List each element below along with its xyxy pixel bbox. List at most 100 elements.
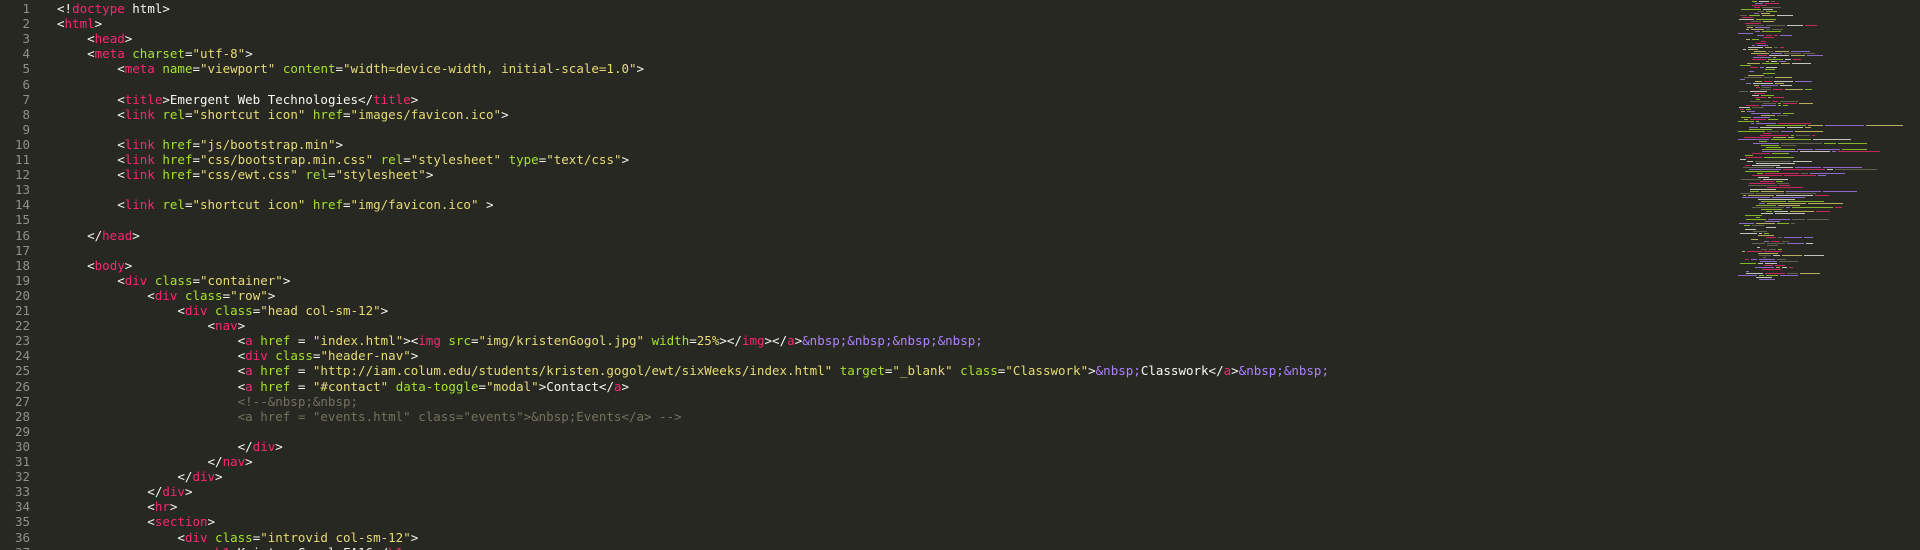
line-number: 20 [14, 287, 30, 303]
code-token: meta [124, 61, 155, 77]
minimap-stroke [1758, 253, 1778, 254]
minimap-stroke [1746, 273, 1763, 274]
minimap-stroke [1762, 63, 1779, 64]
line-number: 14 [14, 197, 30, 213]
line-number: 30 [14, 438, 30, 454]
minimap-stroke [1795, 131, 1823, 132]
code-area[interactable]: 1 <!doctype html> 2 <html> 3 <head> 4 <meta c… [0, 0, 1720, 550]
minimap-stroke [1740, 109, 1744, 110]
minimap-stroke [1767, 203, 1806, 204]
minimap-stroke [1763, 73, 1775, 74]
minimap-stroke [1752, 175, 1782, 176]
minimap-stroke [1745, 229, 1756, 230]
minimap-stroke [1786, 207, 1790, 208]
minimap-stroke [1755, 267, 1774, 268]
minimap-stroke [1756, 193, 1784, 194]
code-token: = [327, 167, 336, 183]
minimap-stroke [1744, 225, 1750, 226]
minimap-stroke [1761, 95, 1774, 96]
minimap-stroke [1762, 15, 1775, 16]
minimap-stroke [1759, 275, 1764, 276]
minimap-stroke [1768, 97, 1771, 98]
minimap-stroke [1750, 191, 1759, 192]
minimap-stroke [1772, 113, 1781, 114]
code-token: a [245, 378, 253, 394]
line-text: <link href="css/bootstrap.min.css" rel="… [57, 152, 629, 167]
line-text: <div class="header-nav"> [57, 348, 419, 364]
minimap-stroke [1824, 143, 1836, 144]
code-token: title [373, 91, 411, 107]
code-token: = [290, 333, 313, 349]
code-token: > [621, 378, 630, 394]
code-token: < [57, 545, 216, 550]
minimap-stroke [1761, 213, 1773, 214]
minimap-stroke [1756, 223, 1775, 224]
code-token: link [124, 167, 155, 183]
code-token: rel [305, 167, 328, 183]
minimap-stroke [1745, 165, 1750, 166]
minimap-stroke [1756, 123, 1776, 124]
line-number: 15 [14, 212, 30, 228]
minimap-stroke [1808, 125, 1823, 126]
minimap-stroke [1768, 119, 1778, 120]
line-number: 24 [14, 348, 30, 364]
code-token: img [741, 333, 765, 349]
minimap-stroke [1761, 145, 1779, 146]
minimap-stroke [1740, 15, 1747, 16]
minimap-stroke [1765, 263, 1777, 264]
minimap-stroke [1759, 259, 1775, 260]
minimap[interactable] [1738, 0, 1920, 550]
minimap-stroke [1766, 35, 1772, 36]
code-token: >Kristen Gogol FA16</ [230, 545, 388, 550]
minimap-stroke [1866, 125, 1903, 126]
minimap-stroke [1748, 185, 1777, 186]
minimap-stroke [1742, 197, 1770, 198]
minimap-stroke [1786, 193, 1816, 194]
line-number: 10 [14, 136, 30, 152]
line-text: <div class="row"> [57, 288, 275, 303]
minimap-stroke [1764, 251, 1782, 252]
code-token: </ [57, 484, 163, 500]
minimap-stroke [1742, 251, 1745, 252]
code-token: a [613, 378, 622, 394]
minimap-stroke [1742, 17, 1753, 18]
minimap-stroke [1762, 269, 1781, 270]
line-number: 21 [14, 303, 30, 318]
code-token: "container" [200, 272, 283, 288]
code-token: width [651, 333, 690, 349]
minimap-stroke [1751, 113, 1770, 114]
minimap-stroke [1753, 231, 1767, 232]
minimap-stroke [1780, 35, 1792, 36]
code-token: </ [57, 438, 253, 454]
minimap-stroke [1772, 197, 1805, 198]
minimap-stroke [1791, 135, 1794, 136]
code-token: > [478, 197, 494, 213]
minimap-stroke [1774, 211, 1788, 212]
code-token: &nbsp;&nbsp;&nbsp;&nbsp; [802, 333, 983, 349]
code-token: html> [124, 1, 170, 16]
code-editor[interactable]: 1 <!doctype html> 2 <html> 3 <head> 4 <meta c… [0, 0, 1920, 550]
line-text: <link rel="shortcut icon" href="images/f… [57, 107, 508, 122]
minimap-stroke [1748, 195, 1774, 196]
minimap-stroke [1832, 151, 1836, 152]
code-token: = [470, 333, 479, 349]
minimap-stroke [1762, 151, 1798, 152]
code-token: >< [403, 333, 419, 349]
minimap-stroke [1744, 137, 1771, 138]
code-token: ></ [764, 333, 788, 349]
minimap-stroke [1792, 219, 1805, 220]
code-token: nav [222, 454, 246, 469]
code-token: Classwork</ [1140, 363, 1224, 379]
minimap-stroke [1761, 85, 1778, 86]
minimap-stroke [1782, 241, 1789, 242]
minimap-stroke [1773, 89, 1783, 90]
minimap-stroke [1757, 35, 1764, 36]
minimap-stroke [1739, 107, 1750, 108]
minimap-stroke [1812, 135, 1815, 136]
minimap-stroke [1804, 255, 1824, 256]
minimap-stroke [1762, 31, 1781, 32]
minimap-stroke [1777, 15, 1793, 16]
code-token: "header-nav" [320, 348, 411, 364]
